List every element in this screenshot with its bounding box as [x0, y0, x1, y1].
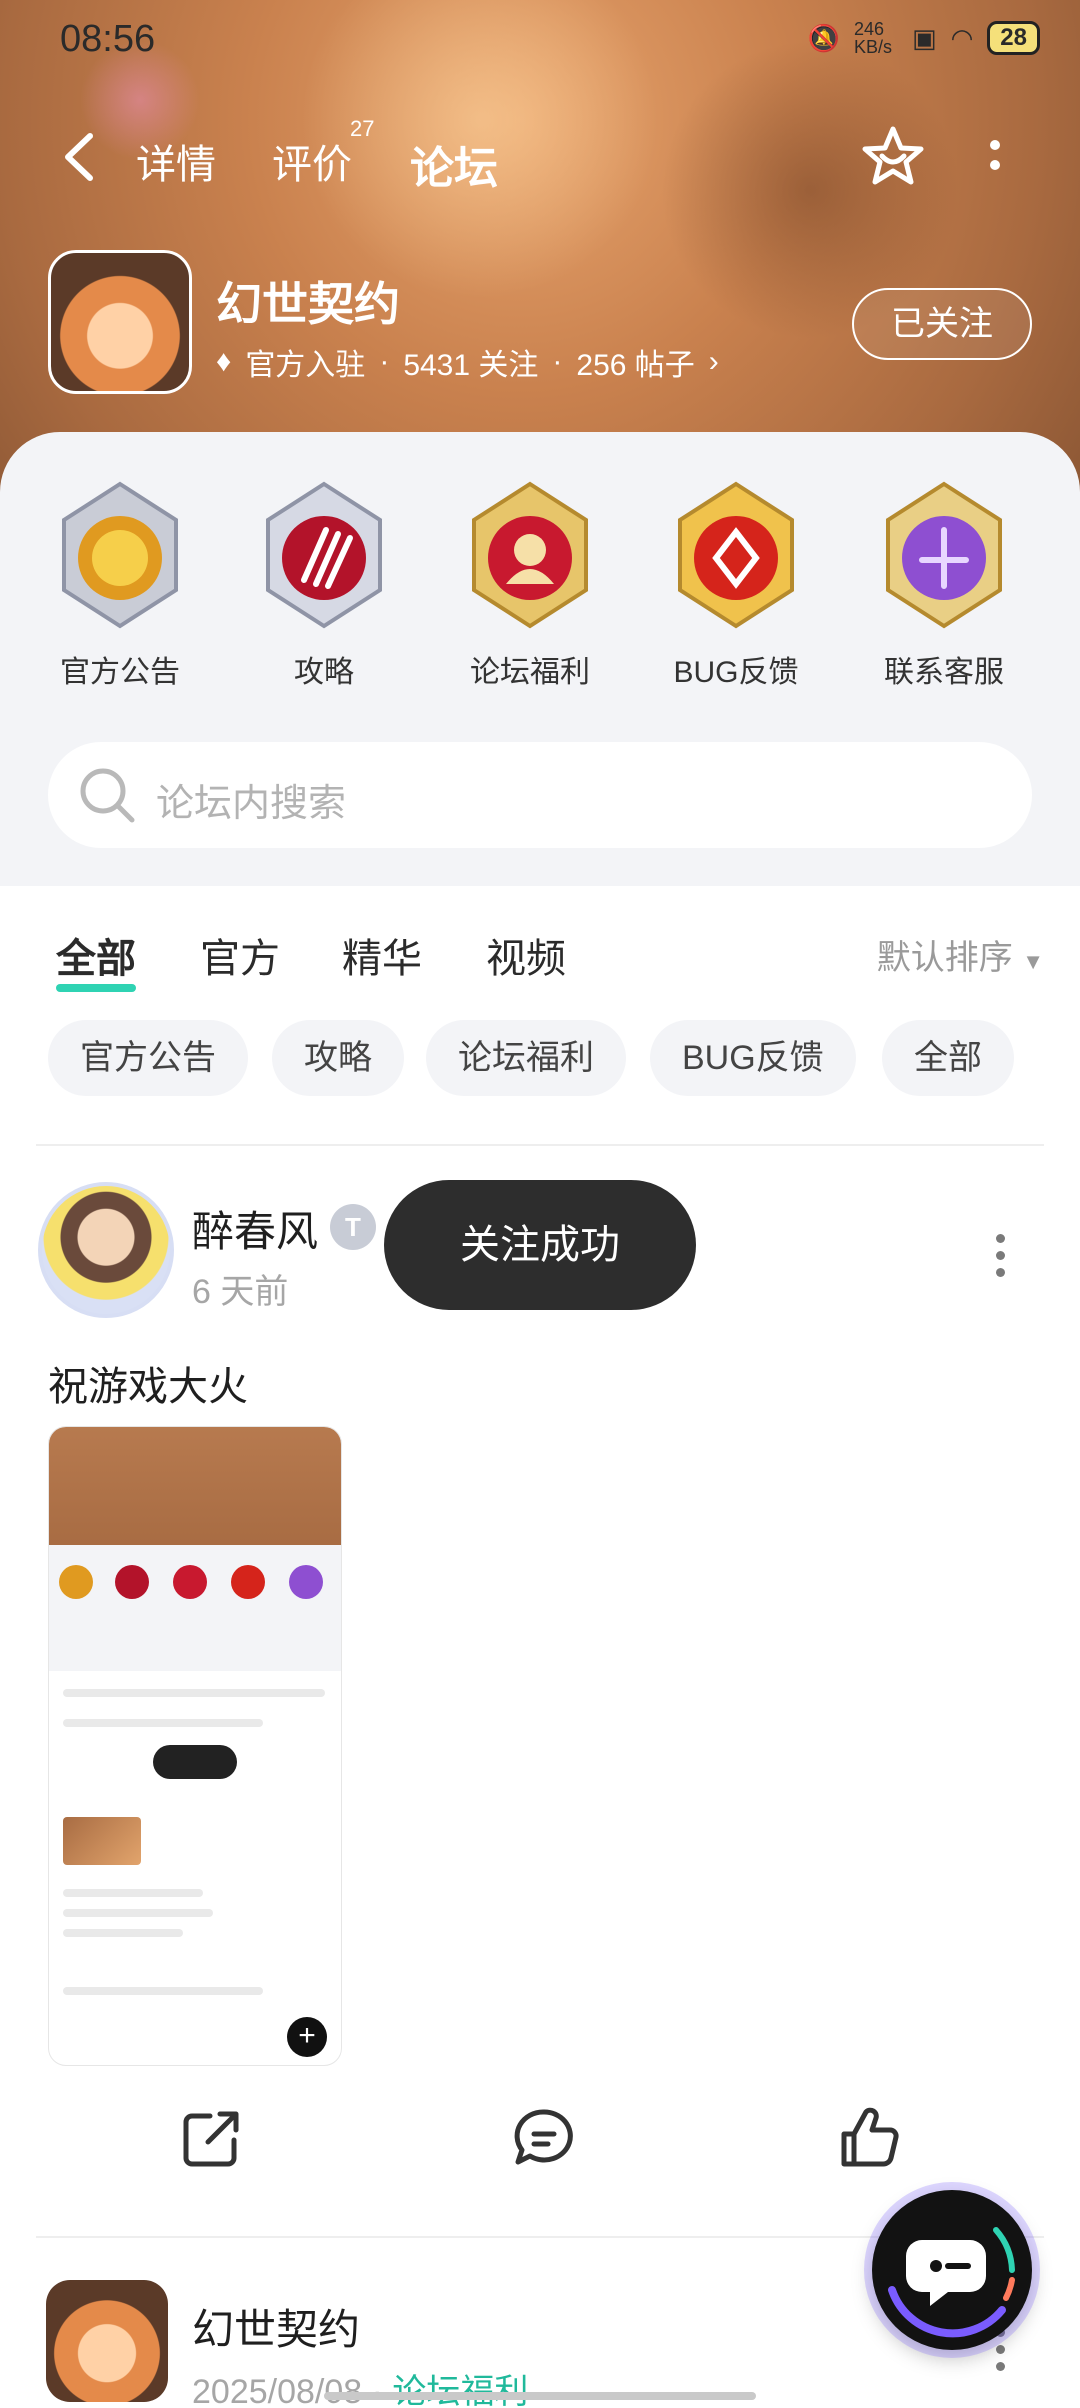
chip-welfare[interactable]: 论坛福利 [426, 1020, 626, 1096]
category-panel: 官方公告 攻略 论坛福利 BUG反馈 联系客服 论坛内搜索 [0, 432, 1080, 886]
caret-down-icon: ▼ [1022, 949, 1044, 974]
category-welfare[interactable]: 论坛福利 [440, 480, 620, 691]
category-label: 论坛福利 [470, 656, 590, 689]
separator-dot: · [371, 2373, 393, 2408]
post-title[interactable]: 祝游戏大火 [48, 1354, 248, 1412]
feed-tab-all[interactable]: 全部 [56, 926, 136, 992]
post-actions [0, 2106, 1080, 2186]
feed-tab-featured[interactable]: 精华 [342, 926, 422, 984]
level-badge: T [330, 1204, 376, 1250]
chip-guides[interactable]: 攻略 [272, 1020, 404, 1096]
category-label: 攻略 [294, 656, 354, 689]
diamond-icon: ♦ [216, 345, 232, 378]
post-author[interactable]: 醉春风 [192, 1198, 318, 1259]
chip-announcements[interactable]: 官方公告 [48, 1020, 248, 1096]
chat-bubble-icon [888, 2227, 1015, 2338]
avatar[interactable] [38, 1182, 174, 1318]
tab-details[interactable]: 详情 [136, 132, 216, 190]
image-toast [153, 1745, 237, 1779]
game-icon[interactable] [48, 250, 192, 394]
category-bug-report[interactable]: BUG反馈 [646, 480, 826, 691]
share-icon[interactable] [180, 2106, 244, 2170]
feed-filter: 全部 官方 精华 视频 默认排序 ▼ 官方公告 攻略 论坛福利 BUG反馈 全部 [0, 886, 1080, 1146]
feed-tab-official[interactable]: 官方 [200, 926, 280, 984]
welfare-emblem-icon [472, 481, 588, 629]
image-category-area [49, 1545, 341, 1671]
category-guides[interactable]: 攻略 [234, 480, 414, 691]
forum-search-bar[interactable]: 论坛内搜索 [48, 742, 1032, 848]
post-author[interactable]: 幻世契约 [192, 2296, 360, 2357]
search-icon [80, 768, 135, 823]
game-meta[interactable]: ♦ 官方入驻 · 5431 关注 · 256 帖子 › [216, 340, 719, 384]
tab-reviews[interactable]: 评价 [272, 132, 352, 190]
post-meta: 2025/08/08 · 论坛福利 [192, 2364, 528, 2408]
posts-count: 256 帖子 [576, 349, 695, 382]
post-time: 6 天前 [192, 1273, 289, 1311]
battery-indicator: 28 [987, 21, 1040, 55]
followed-button[interactable]: 已关注 [852, 288, 1032, 360]
sort-label: 默认排序 [876, 939, 1013, 977]
image-plus-icon: + [287, 2017, 327, 2057]
avatar[interactable] [46, 2280, 168, 2402]
category-customer-service[interactable]: 联系客服 [854, 480, 1034, 691]
guide-emblem-icon [266, 481, 382, 629]
sim-off-icon: ▣ [912, 22, 937, 53]
home-indicator[interactable] [324, 2392, 756, 2400]
separator-dot: · [552, 345, 563, 378]
game-title: 幻世契约 [216, 278, 400, 330]
post-more-icon[interactable] [996, 1234, 1006, 1285]
category-announcements[interactable]: 官方公告 [30, 480, 210, 691]
top-nav: 详情 评价 27 论坛 [0, 110, 1080, 200]
category-label: BUG反馈 [673, 656, 799, 689]
comment-icon[interactable] [512, 2106, 576, 2170]
chip-all[interactable]: 全部 [882, 1020, 1014, 1096]
search-input[interactable]: 论坛内搜索 [156, 772, 346, 827]
official-badge: 官方入驻 [245, 349, 366, 382]
feed-tab-video[interactable]: 视频 [486, 926, 566, 984]
game-info: 幻世契约 ♦ 官方入驻 · 5431 关注 · 256 帖子 › 已关注 [48, 250, 1038, 400]
chat-fab[interactable] [872, 2190, 1032, 2350]
reviews-count-badge: 27 [350, 116, 375, 141]
image-header-area [49, 1427, 341, 1545]
category-label: 官方公告 [60, 656, 180, 689]
mute-icon: 🔕 [807, 22, 841, 53]
more-options-icon[interactable] [990, 140, 1002, 180]
network-speed: 246 KB/s [854, 19, 893, 57]
category-label: 联系客服 [884, 656, 1004, 689]
post-date: 2025/08/08 [192, 2373, 363, 2408]
separator-dot: · [379, 345, 390, 378]
customer-service-emblem-icon [886, 481, 1002, 629]
wifi-icon: ◠ [950, 22, 974, 53]
favorite-star-icon[interactable] [860, 124, 926, 190]
status-bar: 08:56 🔕 246 KB/s ▣ ◠ 28 [0, 0, 1080, 80]
status-icons: 🔕 246 KB/s ▣ ◠ 28 [808, 20, 1040, 56]
chip-bug-report[interactable]: BUG反馈 [650, 1020, 856, 1096]
announcement-emblem-icon [62, 481, 178, 629]
chevron-right-icon: › [708, 345, 719, 378]
followers-count: 5431 关注 [403, 349, 539, 382]
post-tag[interactable]: 论坛福利 [392, 2373, 528, 2408]
like-icon[interactable] [836, 2106, 900, 2170]
post-image[interactable]: + [48, 1426, 342, 2066]
image-thumbnail [63, 1817, 141, 1865]
back-arrow-icon[interactable] [60, 132, 100, 182]
sort-dropdown[interactable]: 默认排序 ▼ [877, 930, 1044, 979]
follow-success-toast: 关注成功 [384, 1180, 696, 1310]
tab-forum[interactable]: 论坛 [406, 132, 502, 200]
bug-report-emblem-icon [678, 481, 794, 629]
status-time: 08:56 [60, 18, 156, 60]
